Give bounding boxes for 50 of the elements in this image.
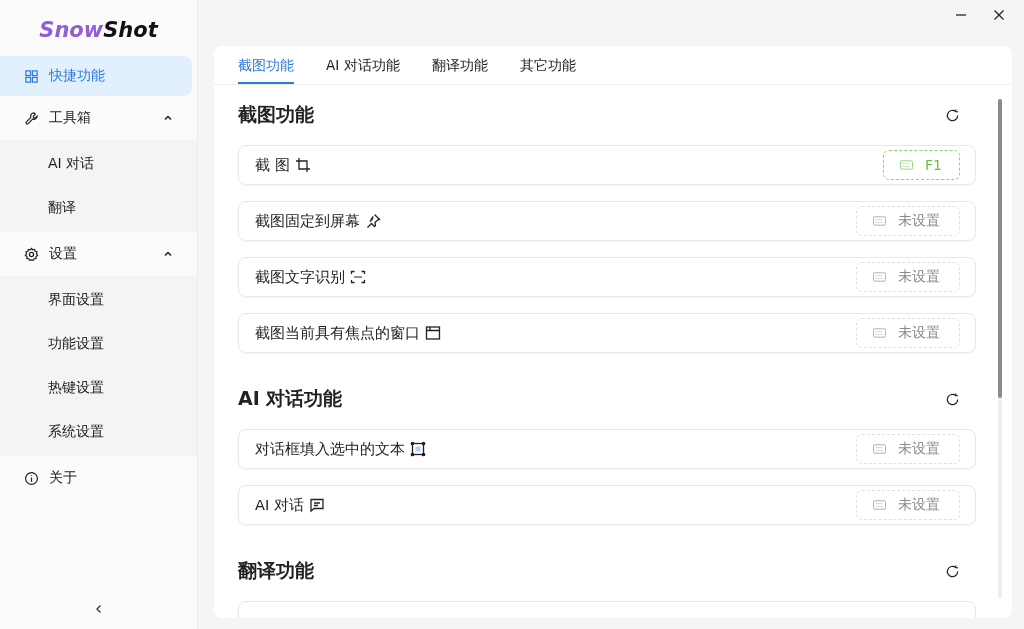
chat-icon — [308, 497, 325, 513]
tab[interactable]: 截图功能 — [238, 46, 294, 84]
sidebar-subitem[interactable]: 系统设置 — [0, 410, 197, 454]
close-icon[interactable] — [993, 9, 1005, 21]
sidebar-subitem[interactable]: AI 对话 — [0, 142, 197, 186]
row-label: 对话框填入选中的文本 — [255, 439, 405, 459]
app-logo: SnowShot — [38, 17, 160, 44]
keyboard-icon — [873, 328, 886, 338]
row-label: 截图固定到屏幕 — [255, 211, 360, 231]
reset-icon[interactable] — [945, 391, 960, 407]
section-title: AI 对话功能 — [238, 386, 343, 411]
tab[interactable]: AI 对话功能 — [326, 46, 400, 84]
hotkey-field[interactable]: 未设置 — [856, 490, 960, 520]
section-title: 截图功能 — [238, 102, 314, 127]
sidebar-item[interactable]: 快捷功能 — [0, 56, 192, 96]
keyboard-icon — [873, 272, 886, 282]
keyboard-icon — [873, 500, 886, 510]
info-icon — [24, 470, 39, 486]
row-label: AI 对话 — [255, 495, 304, 515]
hotkey-field[interactable]: 未设置 — [856, 206, 960, 236]
reset-icon[interactable] — [945, 563, 960, 579]
settings-icon — [24, 246, 39, 262]
scrollbar-thumb[interactable] — [998, 99, 1002, 399]
keyboard-icon — [873, 216, 886, 226]
row-label: 截图文字识别 — [255, 267, 345, 287]
pin-icon — [365, 213, 381, 229]
hotkey-field[interactable]: 未设置 — [856, 262, 960, 292]
row-label: 截 图 — [255, 155, 290, 175]
crop-icon — [294, 157, 311, 173]
hotkey-field[interactable]: 未设置 — [856, 434, 960, 464]
wrench-icon — [24, 110, 39, 126]
sidebar-item[interactable]: 设置 — [0, 234, 192, 274]
sidebar-item[interactable]: 关于 — [0, 458, 192, 498]
row-label: 截图当前具有焦点的窗口 — [255, 323, 420, 343]
sidebar-subitem[interactable]: 界面设置 — [0, 278, 197, 322]
grid-icon — [24, 68, 39, 84]
sidebar-subitem[interactable]: 热键设置 — [0, 366, 197, 410]
tab[interactable]: 其它功能 — [519, 46, 576, 84]
sidebar-subitem[interactable]: 功能设置 — [0, 322, 197, 366]
tab[interactable]: 翻译功能 — [431, 46, 488, 84]
hotkey-field[interactable]: 未设置 — [856, 318, 960, 348]
sidebar-subitem[interactable]: 翻译 — [0, 186, 197, 230]
ocr-icon — [350, 269, 366, 285]
section-title: 翻译功能 — [238, 558, 314, 583]
window-icon — [425, 325, 441, 341]
text-select-icon — [410, 441, 426, 457]
sidebar-item[interactable]: 工具箱 — [0, 98, 192, 138]
keyboard-icon — [900, 160, 913, 170]
reset-icon[interactable] — [945, 107, 960, 123]
keyboard-icon — [873, 444, 886, 454]
